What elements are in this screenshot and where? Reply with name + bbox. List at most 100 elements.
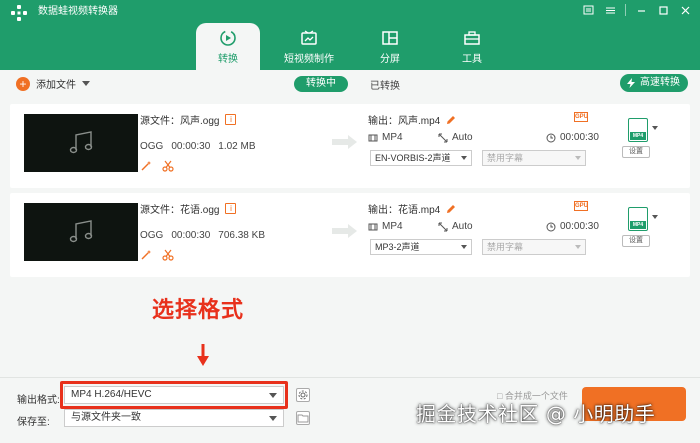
output-file-name: 输出：花语.mp4 — [368, 205, 441, 216]
close-icon[interactable] — [678, 3, 692, 17]
save-to-select[interactable]: 与源文件夹一致 — [64, 409, 284, 427]
folder-icon — [297, 414, 309, 423]
tab-converted[interactable]: 已转换 — [370, 77, 400, 92]
chevron-down-icon — [461, 245, 467, 249]
lightning-icon — [627, 78, 635, 88]
source-format: OGG — [140, 141, 164, 152]
conversion-tabs: 转换中 已转换 — [294, 76, 400, 92]
clock-icon — [546, 222, 556, 231]
video-thumbnail[interactable] — [24, 203, 138, 261]
title-bar: 数据蛙视频转换器 转换 短视频制作 分屏 工具 — [0, 0, 700, 70]
format-settings-button[interactable] — [296, 388, 310, 402]
music-note-icon — [69, 220, 93, 243]
feedback-icon[interactable] — [603, 3, 617, 17]
arrow-down-icon — [197, 344, 209, 366]
chevron-down-icon[interactable] — [82, 81, 90, 86]
subtitle-select[interactable]: 禁用字幕 — [482, 150, 586, 166]
source-duration: 00:00:30 — [171, 141, 211, 152]
chevron-down-icon — [575, 156, 581, 160]
source-file-name: 源文件：花语.ogg — [140, 205, 220, 216]
pencil-icon[interactable] — [446, 115, 456, 125]
film-icon — [368, 223, 378, 230]
highlight-box — [60, 381, 288, 409]
save-to-label: 保存至: — [17, 417, 50, 428]
tab-split-screen[interactable]: 分屏 — [358, 23, 422, 70]
arrow-right-icon — [332, 135, 357, 149]
resize-icon — [438, 222, 448, 231]
source-meta: OGG 00:00:30 706.38 KB — [140, 230, 265, 241]
source-size: 706.38 KB — [218, 230, 265, 241]
scissors-icon[interactable] — [162, 160, 174, 172]
arrow-right-icon — [332, 224, 357, 238]
output-file: 输出：花语.mp4 — [368, 201, 456, 216]
convert-icon — [220, 30, 236, 46]
output-resolution: Auto — [438, 132, 473, 143]
tab-label: 工具 — [462, 54, 482, 65]
add-file-button[interactable]: + 添加文件 — [16, 76, 90, 91]
output-resolution: Auto — [438, 221, 473, 232]
plus-icon: + — [16, 76, 30, 91]
output-duration: 00:00:30 — [546, 132, 599, 143]
output-format: MP4 — [368, 221, 403, 232]
subtitle-select[interactable]: 禁用字幕 — [482, 239, 586, 255]
settings-button[interactable]: 设置 — [622, 235, 650, 247]
output-file-name: 输出：风声.mp4 — [368, 116, 441, 127]
window-controls-divider — [625, 4, 626, 16]
toolbox-icon — [464, 31, 480, 45]
edit-tools — [140, 160, 174, 172]
app-title: 数据蛙视频转换器 — [38, 6, 118, 17]
info-icon[interactable]: i — [225, 114, 237, 125]
turbo-convert-label: 高速转换 — [640, 77, 680, 88]
chevron-down-icon — [461, 156, 467, 160]
add-file-label: 添加文件 — [36, 80, 76, 91]
resize-icon — [438, 133, 448, 142]
output-meta: MP4 Auto 00:00:30 — [368, 221, 599, 233]
tab-short-video[interactable]: 短视频制作 — [277, 23, 341, 70]
pencil-icon[interactable] — [446, 204, 456, 214]
turbo-convert-button[interactable]: 高速转换 — [620, 74, 688, 92]
source-file: 源文件：花语.ogg i — [140, 201, 237, 216]
tab-label: 分屏 — [380, 54, 400, 65]
hardware-accel-icon[interactable]: GPU — [574, 112, 588, 122]
output-meta: MP4 Auto 00:00:30 — [368, 132, 599, 144]
minimize-icon[interactable] — [634, 3, 648, 17]
chevron-down-icon[interactable] — [652, 215, 658, 219]
settings-button[interactable]: 设置 — [622, 146, 650, 158]
file-card: 源文件：花语.ogg i OGG 00:00:30 706.38 KB 输出：花… — [10, 193, 690, 277]
source-file: 源文件：风声.ogg i — [140, 112, 237, 127]
chevron-down-icon — [269, 416, 277, 421]
window-controls — [581, 3, 692, 17]
info-icon[interactable]: i — [225, 203, 237, 214]
edit-tools — [140, 249, 174, 261]
audio-track-select[interactable]: MP3-2声道 — [370, 239, 472, 255]
magic-wand-icon[interactable] — [140, 160, 152, 172]
video-thumbnail[interactable] — [24, 114, 138, 172]
open-folder-button[interactable] — [296, 411, 310, 425]
app-logo-icon — [11, 5, 27, 21]
music-note-icon — [69, 131, 93, 154]
source-size: 1.02 MB — [218, 141, 256, 152]
tab-tools[interactable]: 工具 — [440, 23, 504, 70]
menu-icon[interactable] — [581, 3, 595, 17]
output-file: 输出：风声.mp4 — [368, 112, 456, 127]
scissors-icon[interactable] — [162, 249, 174, 261]
film-icon — [368, 134, 378, 141]
short-video-icon — [301, 30, 317, 45]
chevron-down-icon — [575, 245, 581, 249]
output-format-label: 输出格式: — [17, 395, 60, 406]
output-format-icon[interactable]: MP4 — [628, 118, 648, 142]
tab-convert[interactable]: 转换 — [196, 23, 260, 70]
audio-track-select[interactable]: EN-VORBIS-2声道 — [370, 150, 472, 166]
magic-wand-icon[interactable] — [140, 249, 152, 261]
output-format-icon[interactable]: MP4 — [628, 207, 648, 231]
hardware-accel-icon[interactable]: GPU — [574, 201, 588, 211]
tab-label: 短视频制作 — [284, 54, 334, 65]
gear-icon — [298, 390, 308, 400]
tab-converting[interactable]: 转换中 — [294, 76, 348, 92]
source-meta: OGG 00:00:30 1.02 MB — [140, 141, 256, 152]
tab-label: 转换 — [218, 54, 238, 65]
annotation-text: 选择格式 — [152, 298, 245, 323]
chevron-down-icon[interactable] — [652, 126, 658, 130]
toolbar: + 添加文件 转换中 已转换 高速转换 — [10, 70, 690, 100]
maximize-icon[interactable] — [656, 3, 670, 17]
